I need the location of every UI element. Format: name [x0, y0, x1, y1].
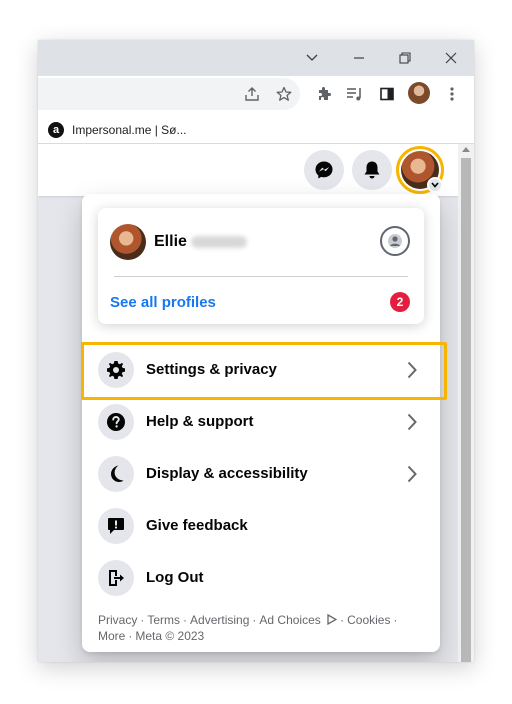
title-bar: [38, 40, 474, 76]
footer-privacy-link[interactable]: Privacy: [98, 613, 137, 627]
messenger-icon: [315, 161, 333, 179]
profile-divider: [114, 276, 408, 277]
feedback-icon: [98, 508, 134, 544]
footer-copyright: Meta © 2023: [135, 629, 205, 643]
question-icon: [98, 404, 134, 440]
close-icon[interactable]: [439, 46, 463, 70]
scroll-up-icon[interactable]: [462, 147, 470, 152]
switch-profile-icon[interactable]: [380, 226, 410, 256]
profile-card: Ellie See all profiles 2: [98, 208, 424, 324]
restore-icon[interactable]: [393, 46, 417, 70]
blurred-surname: [190, 235, 247, 248]
menu-item-label: Help & support: [146, 413, 254, 430]
account-menu: Ellie See all profiles 2 Settings & priv…: [81, 194, 447, 652]
bookmark-label: Impersonal.me | Sø...: [72, 123, 187, 137]
page-scrollbar[interactable]: [458, 144, 474, 662]
footer-ad-choices-link[interactable]: Ad Choices: [259, 613, 338, 627]
facebook-header: [38, 144, 458, 196]
menu-item-help-support[interactable]: Help & support: [82, 396, 440, 448]
menu-footer: Privacy · Terms · Advertising · Ad Choices · Co…: [98, 613, 398, 643]
extensions-icon[interactable]: [312, 82, 336, 106]
chevron-down-icon: [427, 177, 443, 193]
menu-item-label: Display & accessibility: [146, 465, 308, 482]
ad-choices-icon: [327, 613, 338, 626]
see-all-profiles-link[interactable]: See all profiles: [110, 294, 216, 311]
footer-more-link[interactable]: More: [98, 629, 125, 643]
messenger-button[interactable]: [304, 150, 344, 190]
menu-item-display-accessibility[interactable]: Display & accessibility: [82, 448, 440, 500]
profile-name: Ellie: [154, 233, 187, 250]
side-panel-icon[interactable]: [375, 82, 399, 106]
profile-avatar[interactable]: [110, 224, 146, 260]
share-icon[interactable]: [240, 82, 264, 106]
browser-window: a Impersonal.me | Sø... Ellie See all pr…: [38, 40, 474, 662]
bookmark-star-icon[interactable]: [272, 82, 296, 106]
chevron-right-icon: [402, 462, 422, 486]
profiles-count-badge: 2: [390, 292, 410, 312]
bell-icon: [364, 161, 380, 179]
minimize-icon[interactable]: [347, 46, 371, 70]
profile-name-link[interactable]: Ellie: [154, 233, 247, 251]
footer-cookies-link[interactable]: Cookies: [347, 613, 390, 627]
bookmark-item[interactable]: a Impersonal.me | Sø...: [48, 121, 187, 139]
page-content: Ellie See all profiles 2 Settings & priv…: [38, 144, 474, 662]
scroll-thumb[interactable]: [461, 158, 471, 662]
more-menu-icon[interactable]: [440, 82, 464, 106]
menu-item-label: Give feedback: [146, 517, 248, 534]
account-button[interactable]: [396, 146, 444, 194]
settings-highlight-box: [81, 342, 447, 400]
impersonal-favicon-icon: a: [48, 122, 64, 138]
menu-item-label: Log Out: [146, 569, 204, 586]
menu-item-give-feedback[interactable]: Give feedback: [82, 500, 440, 552]
tab-search-icon[interactable]: [300, 46, 324, 70]
notifications-button[interactable]: [352, 150, 392, 190]
footer-advertising-link[interactable]: Advertising: [190, 613, 249, 627]
browser-profile-avatar[interactable]: [408, 82, 430, 104]
account-avatar: [401, 151, 443, 193]
bookmarks-bar: a Impersonal.me | Sø...: [38, 116, 474, 144]
moon-icon: [98, 456, 134, 492]
chevron-right-icon: [402, 410, 422, 434]
footer-terms-link[interactable]: Terms: [147, 613, 180, 627]
menu-item-log-out[interactable]: Log Out: [82, 552, 440, 604]
logout-icon: [98, 560, 134, 596]
ad-choices-label: Ad Choices: [259, 613, 321, 627]
media-control-icon[interactable]: [343, 82, 367, 106]
